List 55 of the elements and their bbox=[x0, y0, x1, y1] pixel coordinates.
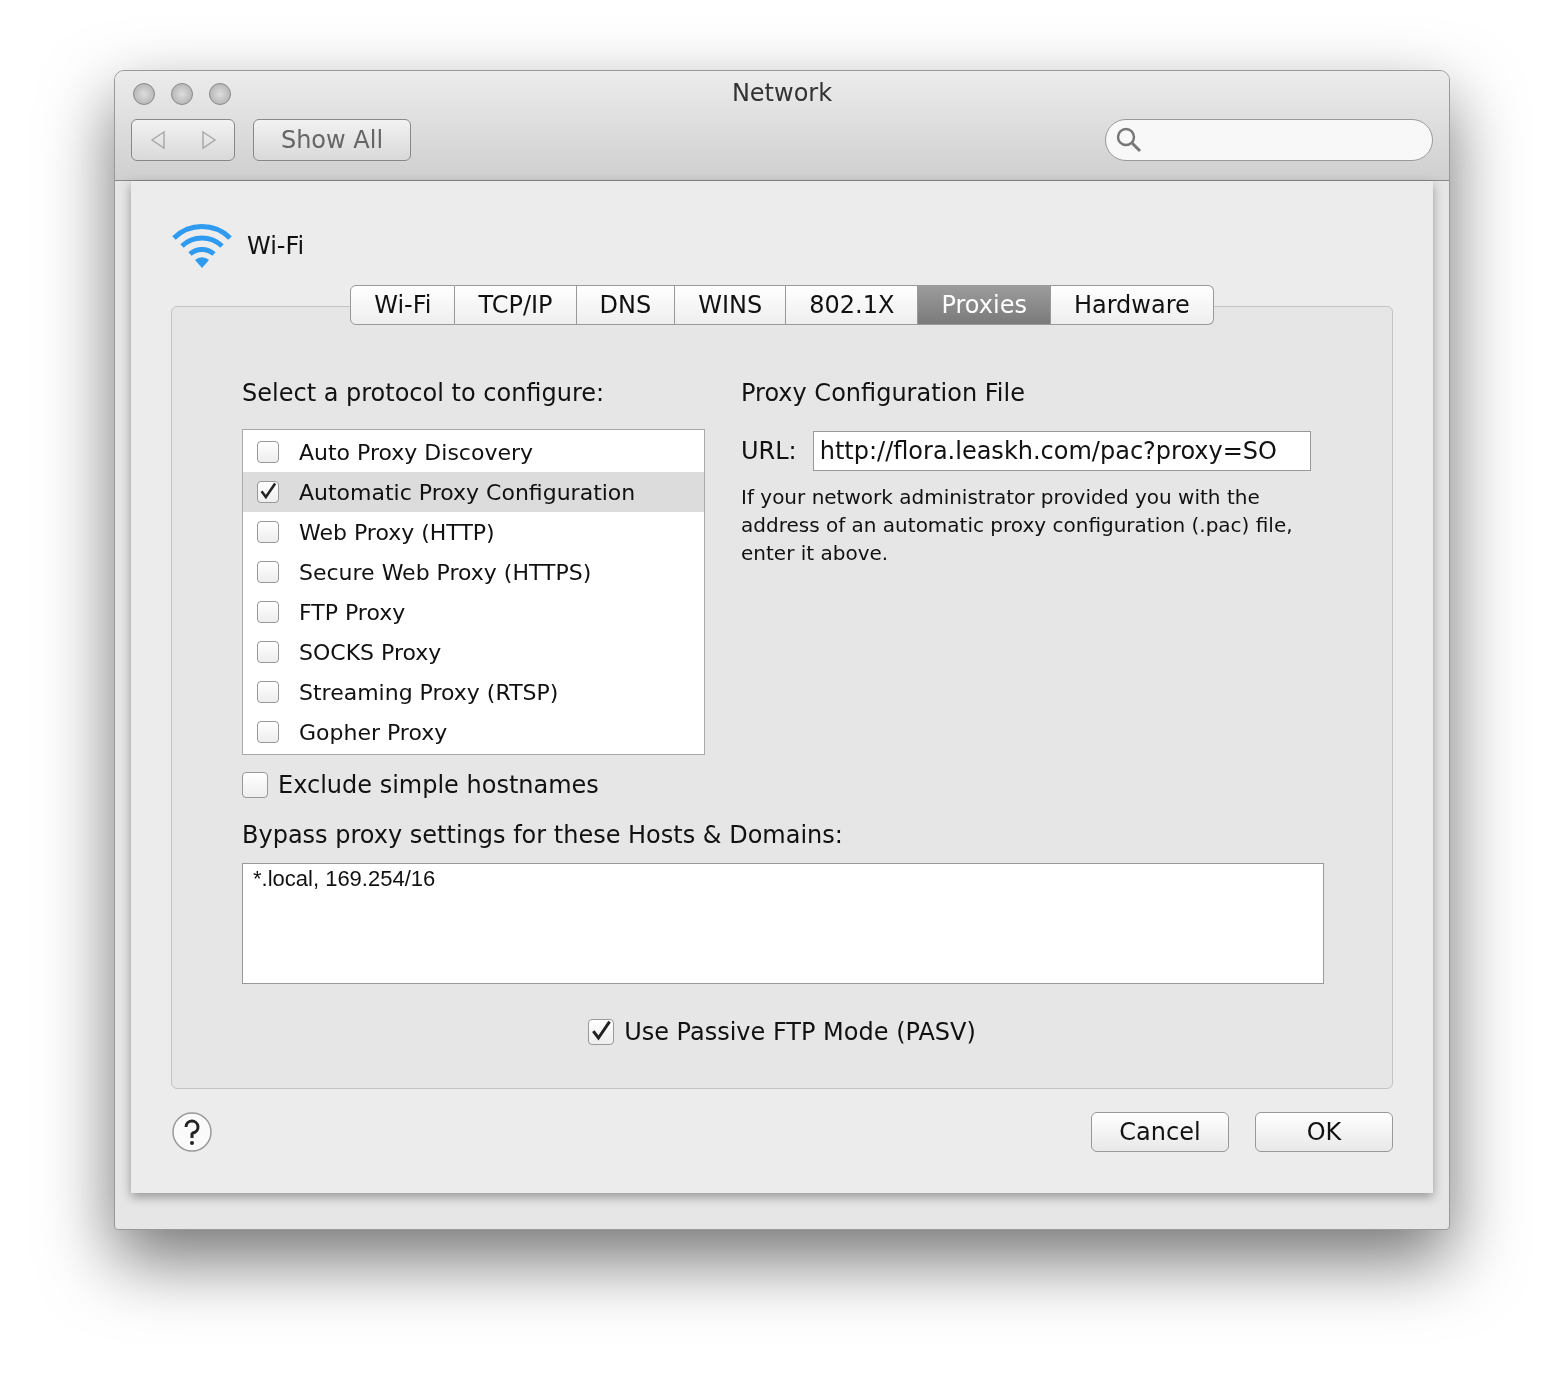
search-field[interactable] bbox=[1105, 119, 1433, 161]
help-text: If your network administrator provided you with the address of an automatic proxy configuration (.pac) file, enter it above. bbox=[741, 484, 1294, 567]
protocol-item[interactable]: FTP Proxy bbox=[243, 592, 704, 632]
protocol-name: SOCKS Proxy bbox=[299, 639, 442, 665]
checkbox[interactable] bbox=[257, 441, 279, 463]
tab[interactable]: WINS bbox=[675, 285, 787, 325]
checkbox[interactable] bbox=[257, 521, 279, 543]
close-button[interactable] bbox=[133, 83, 155, 105]
tab[interactable]: 802.1X bbox=[786, 285, 919, 325]
protocol-item[interactable]: SOCKS Proxy bbox=[243, 632, 704, 672]
protocol-item[interactable]: Streaming Proxy (RTSP) bbox=[243, 672, 704, 712]
url-field[interactable]: http://flora.leaskh.com/pac?proxy=SO bbox=[812, 431, 1311, 471]
checkbox[interactable] bbox=[257, 641, 279, 663]
tab[interactable]: DNS bbox=[576, 285, 676, 325]
help-icon[interactable] bbox=[171, 1111, 213, 1153]
protocol-label: Select a protocol to configure: bbox=[242, 379, 606, 409]
config-title: Proxy Configuration File bbox=[741, 379, 1026, 409]
checkbox[interactable] bbox=[242, 772, 268, 798]
protocol-name: Automatic Proxy Configuration bbox=[299, 479, 636, 505]
protocol-item[interactable]: Gopher Proxy bbox=[243, 712, 704, 752]
window-title: Network bbox=[731, 79, 833, 107]
protocol-name: FTP Proxy bbox=[299, 599, 406, 625]
protocol-item[interactable]: Web Proxy (HTTP) bbox=[243, 512, 704, 552]
protocol-name: Streaming Proxy (RTSP) bbox=[299, 679, 559, 705]
service-name: Wi-Fi bbox=[247, 232, 305, 260]
protocol-name: Web Proxy (HTTP) bbox=[299, 519, 495, 545]
minimize-button[interactable] bbox=[171, 83, 193, 105]
tab[interactable]: TCP/IP bbox=[455, 285, 577, 325]
dialog-button[interactable]: OK bbox=[1255, 1112, 1393, 1152]
search-icon bbox=[1116, 127, 1142, 153]
checkbox[interactable] bbox=[257, 481, 279, 503]
checkbox-label: Exclude simple hostnames bbox=[278, 771, 599, 799]
url-label: URL: bbox=[741, 437, 797, 465]
checkbox-label: Use Passive FTP Mode (PASV) bbox=[624, 1018, 976, 1046]
checkbox[interactable] bbox=[257, 721, 279, 743]
back-icon[interactable] bbox=[148, 130, 167, 150]
tab[interactable]: Wi-Fi bbox=[350, 285, 456, 325]
protocol-name: Secure Web Proxy (HTTPS) bbox=[299, 559, 592, 585]
back-forward-control[interactable] bbox=[131, 119, 235, 161]
bypass-field[interactable]: *.local, 169.254/16 bbox=[242, 863, 1324, 984]
protocol-name: Auto Proxy Discovery bbox=[299, 439, 534, 465]
dialog-button[interactable]: Cancel bbox=[1091, 1112, 1229, 1152]
protocol-item[interactable]: Secure Web Proxy (HTTPS) bbox=[243, 552, 704, 592]
checkbox[interactable] bbox=[257, 561, 279, 583]
checkbox[interactable] bbox=[257, 601, 279, 623]
protocol-item[interactable]: Automatic Proxy Configuration bbox=[243, 472, 704, 512]
show-all-button[interactable]: Show All bbox=[253, 119, 411, 161]
forward-icon[interactable] bbox=[199, 130, 218, 150]
tab[interactable]: Hardware bbox=[1050, 285, 1214, 325]
bypass-label: Bypass proxy settings for these Hosts & Domains: bbox=[242, 821, 844, 849]
protocol-name: Gopher Proxy bbox=[299, 719, 448, 745]
zoom-button[interactable] bbox=[209, 83, 231, 105]
checkbox[interactable] bbox=[588, 1019, 615, 1045]
protocol-item[interactable]: Auto Proxy Discovery bbox=[243, 432, 704, 472]
checkbox[interactable] bbox=[257, 681, 279, 703]
